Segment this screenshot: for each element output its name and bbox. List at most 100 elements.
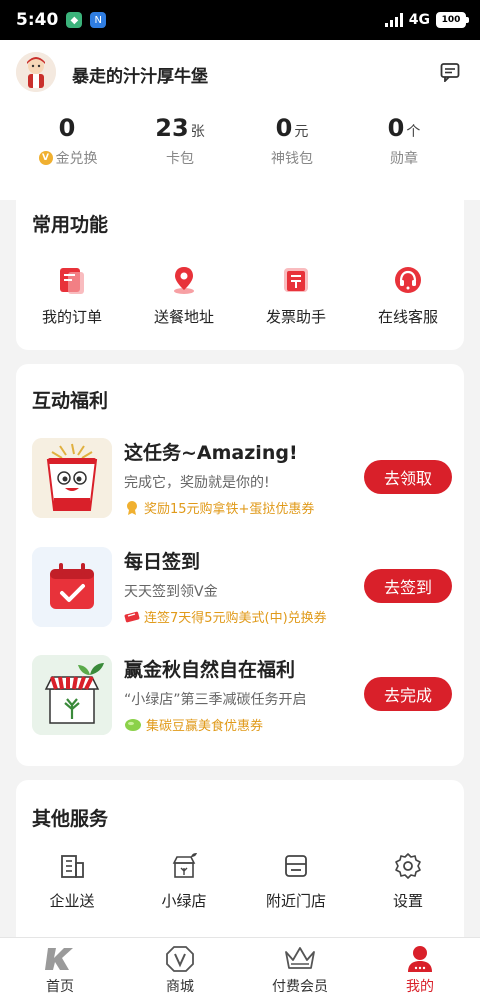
item-label: 小绿店	[161, 892, 207, 910]
section-title: 互动福利	[32, 390, 109, 412]
battery-level: 100	[441, 15, 461, 25]
crown-icon	[285, 947, 315, 969]
stat-gold[interactable]: 0 V 金兑换	[12, 114, 124, 168]
tab-mall[interactable]: 商城	[120, 938, 240, 999]
sign-in-button[interactable]: 去签到	[364, 569, 452, 603]
green-store-illustration-icon	[32, 655, 112, 735]
tab-home[interactable]: 首页	[0, 938, 120, 999]
username: 暴走的汁汁厚牛堡	[72, 67, 208, 87]
item-label: 企业送	[49, 892, 95, 910]
tab-mine[interactable]: 我的	[360, 938, 480, 999]
green-store-button[interactable]: 小绿店	[128, 852, 240, 911]
task-description: 天天签到领V金	[124, 584, 218, 600]
person-icon	[408, 946, 432, 972]
coupon-icon	[124, 611, 140, 622]
settings-button[interactable]: 设置	[352, 852, 464, 911]
order-icon	[60, 268, 84, 294]
tab-label: 我的	[406, 979, 434, 995]
task-item: 每日签到 天天签到领V金 连签7天得5元购美式(中)兑换券 去签到	[32, 547, 452, 631]
stat-value: 0	[275, 114, 293, 142]
stat-wallet[interactable]: 0元 神钱包	[236, 114, 348, 168]
task-title: 赢金秋自然自在福利	[124, 659, 296, 681]
stat-label: 卡包	[166, 151, 194, 167]
medal-icon	[127, 500, 137, 515]
status-bar: 5:40 ◆ N 4G 100	[0, 0, 480, 40]
stat-value: 0	[58, 114, 76, 142]
profile-header: 暴走的汁汁厚牛堡 0 V 金兑换 23 张 卡包 0元 神钱包 0个 勋章	[0, 40, 480, 200]
item-label: 在线客服	[377, 308, 438, 326]
location-icon	[174, 267, 194, 294]
item-label: 发票助手	[265, 308, 326, 326]
other-services-grid: 企业送 小绿店 附近门店 设置	[16, 852, 464, 911]
stat-unit: 个	[406, 124, 421, 140]
signal-icon	[384, 13, 403, 27]
gear-icon	[395, 853, 421, 879]
v-shield-icon	[166, 946, 194, 972]
item-label: 附近门店	[265, 892, 326, 910]
stat-value: 23	[155, 114, 189, 142]
building-icon	[61, 855, 84, 878]
avatar[interactable]	[16, 52, 56, 92]
store-icon	[285, 855, 307, 877]
stat-unit: 元	[294, 124, 309, 140]
other-services-card: 其他服务 企业送 小绿店 附近门店 设置	[16, 780, 464, 950]
invoice-icon	[284, 268, 308, 292]
item-label: 送餐地址	[153, 308, 214, 326]
task-item: 这任务~Amazing! 完成它，奖励就是你的! 奖励15元购拿铁+蛋挞优惠券 …	[32, 438, 452, 522]
tab-membership[interactable]: 付费会员	[240, 938, 360, 999]
item-label: 设置	[392, 892, 423, 910]
task-reward: 连签7天得5元购美式(中)兑换券	[124, 607, 327, 626]
tab-label: 付费会员	[272, 979, 328, 995]
section-title: 常用功能	[32, 214, 109, 236]
section-title: 其他服务	[32, 808, 109, 830]
claim-button[interactable]: 去领取	[364, 460, 452, 494]
task-reward: 集碳豆赢美食优惠券	[124, 715, 263, 734]
stats-row: 0 V 金兑换 23 张 卡包 0元 神钱包 0个 勋章	[0, 114, 480, 168]
common-functions-grid: 我的订单 送餐地址 发票助手 在线客服	[16, 264, 464, 327]
task-reward-text: 集碳豆赢美食优惠券	[146, 719, 264, 734]
my-orders-button[interactable]: 我的订单	[16, 264, 128, 327]
stat-medals[interactable]: 0个 勋章	[348, 114, 460, 168]
task-reward-text: 奖励15元购拿铁+蛋挞优惠券	[144, 502, 315, 517]
shield-icon: ◆	[66, 12, 83, 28]
task-reward-text: 连签7天得5元购美式(中)兑换券	[144, 611, 327, 626]
stat-label: 勋章	[390, 151, 418, 167]
benefits-card: 互动福利 这任务~Amazing! 完成它，奖励就是你的! 奖励15元购拿铁+蛋…	[16, 364, 464, 766]
tab-label: 商城	[166, 979, 194, 995]
bean-icon	[125, 718, 141, 731]
item-label: 我的订单	[41, 308, 102, 326]
stat-label: 金兑换	[55, 151, 98, 167]
kfc-logo-icon	[45, 948, 73, 970]
task-title: 这任务~Amazing!	[124, 442, 298, 464]
app-notification-icon: N	[90, 12, 107, 28]
popcorn-bucket-icon	[32, 438, 112, 518]
nearby-stores-button[interactable]: 附近门店	[240, 852, 352, 911]
network-type: 4G	[408, 12, 430, 28]
task-description: 完成它，奖励就是你的!	[124, 475, 270, 491]
delivery-address-button[interactable]: 送餐地址	[128, 264, 240, 327]
calendar-check-icon	[32, 547, 112, 627]
enterprise-delivery-button[interactable]: 企业送	[16, 852, 128, 911]
stat-label: 神钱包	[271, 151, 313, 167]
task-title: 每日签到	[124, 551, 201, 573]
online-service-button[interactable]: 在线客服	[352, 264, 464, 327]
task-item: 赢金秋自然自在福利 “小绿店”第三季减碳任务开启 集碳豆赢美食优惠券 去完成	[32, 655, 452, 739]
status-time: 5:40	[16, 10, 59, 30]
green-store-icon	[172, 853, 197, 878]
battery-icon: 100	[436, 12, 469, 28]
task-thumbnail	[32, 547, 112, 627]
stat-card-pack[interactable]: 23 张 卡包	[124, 114, 236, 168]
stat-value: 0	[387, 114, 405, 142]
task-reward: 奖励15元购拿铁+蛋挞优惠券	[124, 498, 314, 517]
v-coin-icon: V	[38, 151, 53, 165]
tab-label: 首页	[46, 979, 74, 995]
invoice-helper-button[interactable]: 发票助手	[240, 264, 352, 327]
headset-icon	[395, 267, 421, 293]
task-description: “小绿店”第三季减碳任务开启	[124, 692, 307, 708]
task-thumbnail	[32, 438, 112, 518]
complete-button[interactable]: 去完成	[364, 677, 452, 711]
stat-unit: 张	[190, 124, 205, 140]
message-icon[interactable]	[440, 62, 460, 86]
bottom-tab-bar: 首页 商城 付费会员 我的	[0, 937, 480, 999]
task-thumbnail	[32, 655, 112, 735]
